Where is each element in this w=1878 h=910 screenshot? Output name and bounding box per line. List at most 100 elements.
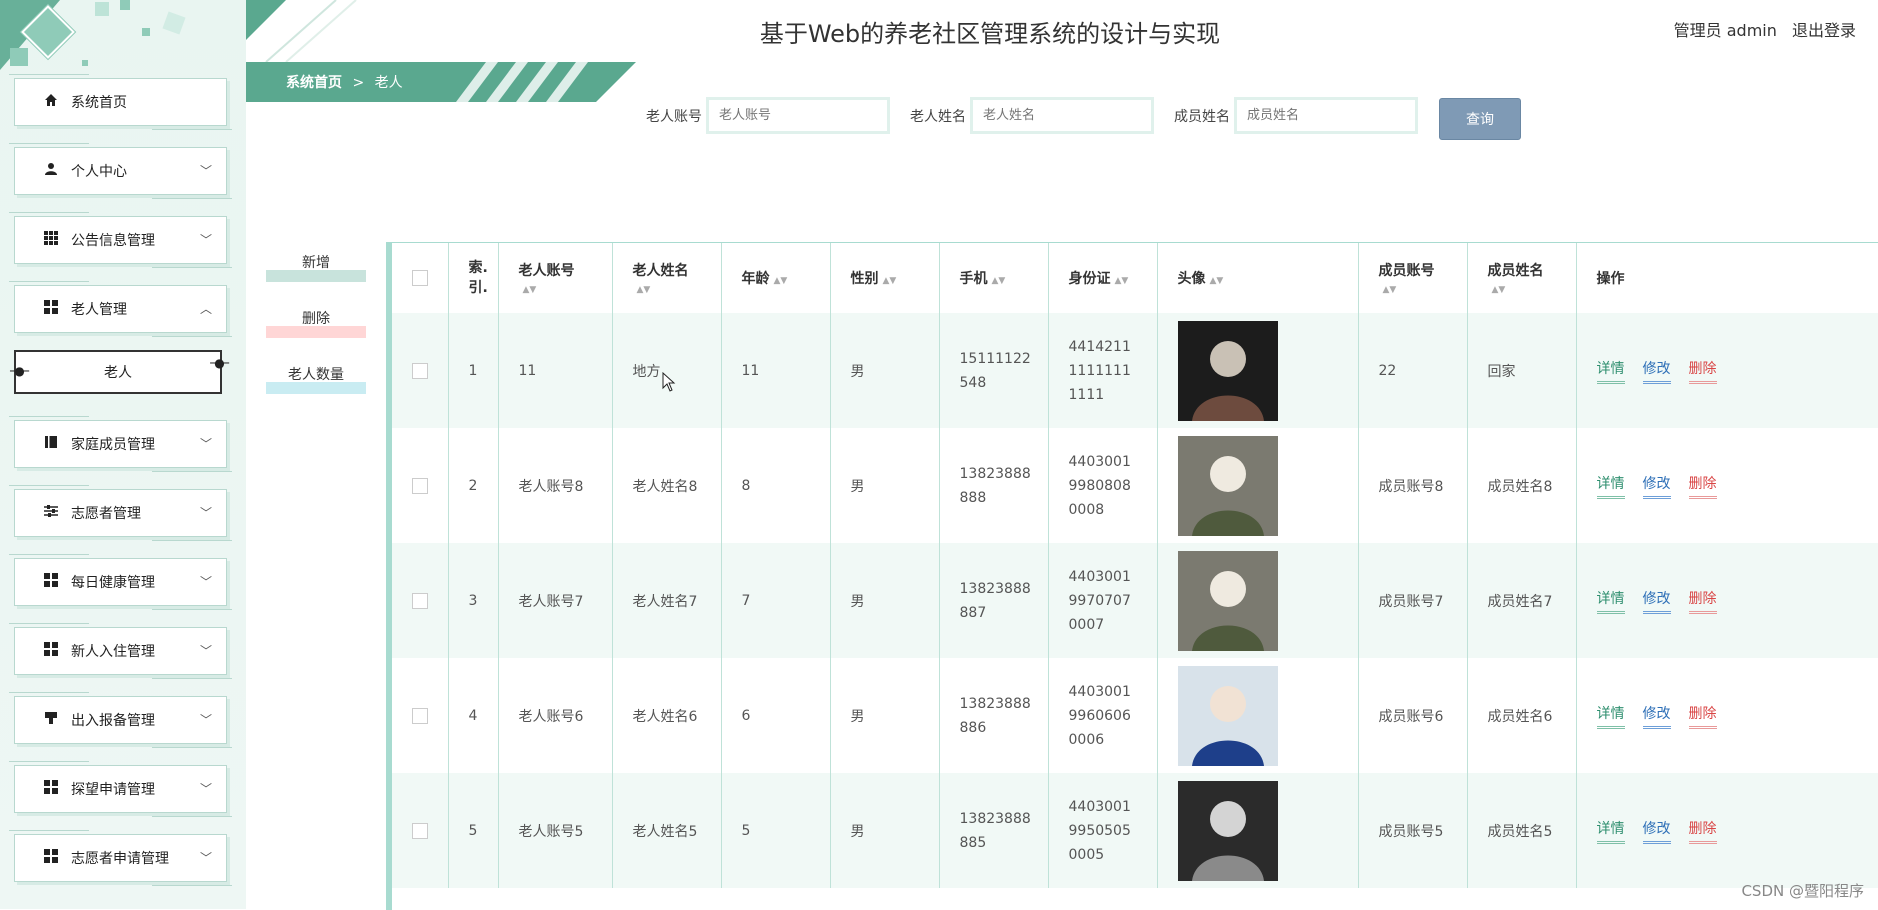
add-button[interactable]: 新增: [266, 252, 366, 282]
sort-icon[interactable]: ▲▼: [1115, 276, 1129, 286]
header-label: 成员姓名: [1487, 263, 1544, 279]
query-button[interactable]: 查询: [1439, 98, 1521, 140]
edit-link[interactable]: 修改: [1642, 588, 1671, 614]
sidebar-item-report[interactable]: 出入报备管理 ﹀: [9, 692, 232, 748]
col-member-name[interactable]: 成员姓名 ▲▼: [1467, 243, 1577, 313]
delete-link[interactable]: 删除: [1688, 358, 1717, 384]
detail-link[interactable]: 详情: [1596, 703, 1625, 729]
sort-icon[interactable]: ▲▼: [637, 285, 651, 295]
cell-actions: 详情 修改 删除: [1576, 543, 1878, 658]
col-gender[interactable]: 性别 ▲▼: [830, 243, 940, 313]
edit-link[interactable]: 修改: [1642, 703, 1671, 729]
cell-idcard: 440300199707070007: [1048, 543, 1158, 658]
sidebar-item-visit[interactable]: 探望申请管理 ﹀: [9, 761, 232, 817]
delete-link[interactable]: 删除: [1688, 818, 1717, 844]
sidebar-item-notice[interactable]: 公告信息管理 ﹀: [9, 212, 232, 268]
logout-link[interactable]: 退出登录: [1792, 21, 1856, 40]
sidebar-item-health[interactable]: 每日健康管理 ﹀: [9, 554, 232, 610]
row-checkbox[interactable]: [412, 477, 428, 494]
sort-icon[interactable]: ▲▼: [523, 285, 537, 295]
col-elderly-account[interactable]: 老人账号 ▲▼: [498, 243, 613, 313]
cell-actions: 详情 修改 删除: [1576, 773, 1878, 888]
delete-link[interactable]: 删除: [1688, 703, 1717, 729]
elderly-name-input[interactable]: [970, 97, 1154, 134]
edit-link[interactable]: 修改: [1642, 358, 1671, 384]
elderly-account-input[interactable]: [706, 97, 890, 134]
row-checkbox[interactable]: [412, 707, 428, 724]
chevron-down-icon: ﹀: [199, 713, 212, 727]
sidebar-subitem-elderly[interactable]: ─●─ 老人 ─●─: [10, 350, 229, 394]
avatar[interactable]: [1177, 780, 1278, 881]
detail-link[interactable]: 详情: [1596, 358, 1625, 384]
delete-link[interactable]: 删除: [1688, 473, 1717, 499]
cell-member-name: 成员姓名5: [1467, 773, 1577, 888]
col-member-account[interactable]: 成员账号 ▲▼: [1358, 243, 1468, 313]
delete-link[interactable]: 删除: [1688, 588, 1717, 614]
col-age[interactable]: 年龄 ▲▼: [721, 243, 831, 313]
cell-gender: 男: [830, 543, 940, 658]
delete-button[interactable]: 删除: [266, 308, 366, 338]
cell-elderly-account: 11: [498, 313, 613, 428]
avatar[interactable]: [1177, 550, 1278, 651]
detail-link[interactable]: 详情: [1596, 818, 1625, 844]
member-name-input[interactable]: [1234, 97, 1418, 134]
sort-icon[interactable]: ▲▼: [774, 276, 788, 286]
avatar[interactable]: [1177, 665, 1278, 766]
select-all-checkbox[interactable]: [412, 270, 428, 286]
book-icon: [41, 435, 61, 453]
cell-index: 1: [448, 313, 499, 428]
cell-actions: 详情 修改 删除: [1576, 313, 1878, 428]
sidebar-item-volunteer[interactable]: 志愿者管理 ﹀: [9, 485, 232, 541]
cell-member-name: 成员姓名6: [1467, 658, 1577, 773]
col-avatar[interactable]: 头像 ▲▼: [1157, 243, 1359, 313]
table-row: 4 老人账号6 老人姓名6 6 男 13823888886 4403001996060600…: [392, 658, 1878, 773]
cell-idcard: 440300199505050005: [1048, 773, 1158, 888]
cell-gender: 男: [830, 773, 940, 888]
detail-link[interactable]: 详情: [1596, 588, 1625, 614]
cell-member-name: 成员姓名8: [1467, 428, 1577, 543]
count-button[interactable]: 老人数量: [266, 364, 366, 394]
cell-member-name: 回家: [1467, 313, 1577, 428]
count-button-label: 老人数量: [288, 367, 344, 383]
breadcrumb-home[interactable]: 系统首页: [286, 75, 342, 91]
row-checkbox[interactable]: [412, 592, 428, 609]
sidebar-item-label: 公告信息管理: [71, 233, 155, 249]
row-checkbox[interactable]: [412, 822, 428, 839]
sidebar-item-checkin[interactable]: 新人入住管理 ﹀: [9, 623, 232, 679]
phone-text: 13823888888: [959, 465, 1031, 506]
sort-icon[interactable]: ▲▼: [1383, 285, 1397, 295]
cell-elderly-name: 老人姓名6: [612, 658, 722, 773]
header-label: 操作: [1596, 271, 1625, 287]
sidebar-item-family[interactable]: 家庭成员管理 ﹀: [9, 416, 232, 472]
edit-link[interactable]: 修改: [1642, 818, 1671, 844]
sort-icon[interactable]: ▲▼: [992, 276, 1006, 286]
col-idcard[interactable]: 身份证 ▲▼: [1048, 243, 1158, 313]
sidebar-item-label: 系统首页: [71, 95, 127, 111]
col-phone[interactable]: 手机 ▲▼: [939, 243, 1049, 313]
sidebar-item-home[interactable]: 系统首页: [9, 74, 232, 130]
cell-phone: 13823888885: [939, 773, 1049, 888]
sort-icon[interactable]: ▲▼: [1492, 285, 1506, 295]
col-elderly-name[interactable]: 老人姓名 ▲▼: [612, 243, 722, 313]
sidebar-item-personal[interactable]: 个人中心 ﹀: [9, 143, 232, 199]
edit-link[interactable]: 修改: [1642, 473, 1671, 499]
apps-icon: [41, 300, 61, 318]
row-checkbox-cell: [392, 428, 449, 543]
avatar[interactable]: [1177, 435, 1278, 536]
detail-link[interactable]: 详情: [1596, 473, 1625, 499]
row-checkbox[interactable]: [412, 362, 428, 379]
chevron-down-icon: ﹀: [199, 851, 212, 865]
avatar[interactable]: [1177, 320, 1278, 421]
apps-icon: [41, 780, 61, 798]
sidebar-item-label: 每日健康管理: [71, 575, 155, 591]
grid-icon: [41, 231, 61, 249]
header-label: 索.引.: [468, 260, 488, 296]
arrow-icon: ─●─: [210, 356, 229, 370]
sidebar-item-elderly-mgmt[interactable]: 老人管理 ︿: [9, 281, 232, 337]
sort-icon[interactable]: ▲▼: [883, 276, 897, 286]
cell-index: 2: [448, 428, 499, 543]
sidebar-item-volunteer-apply[interactable]: 志愿者申请管理 ﹀: [9, 830, 232, 886]
cell-actions: 详情 修改 删除: [1576, 428, 1878, 543]
sort-icon[interactable]: ▲▼: [1210, 276, 1224, 286]
table-row: 2 老人账号8 老人姓名8 8 男 13823888888 4403001998080800…: [392, 428, 1878, 543]
